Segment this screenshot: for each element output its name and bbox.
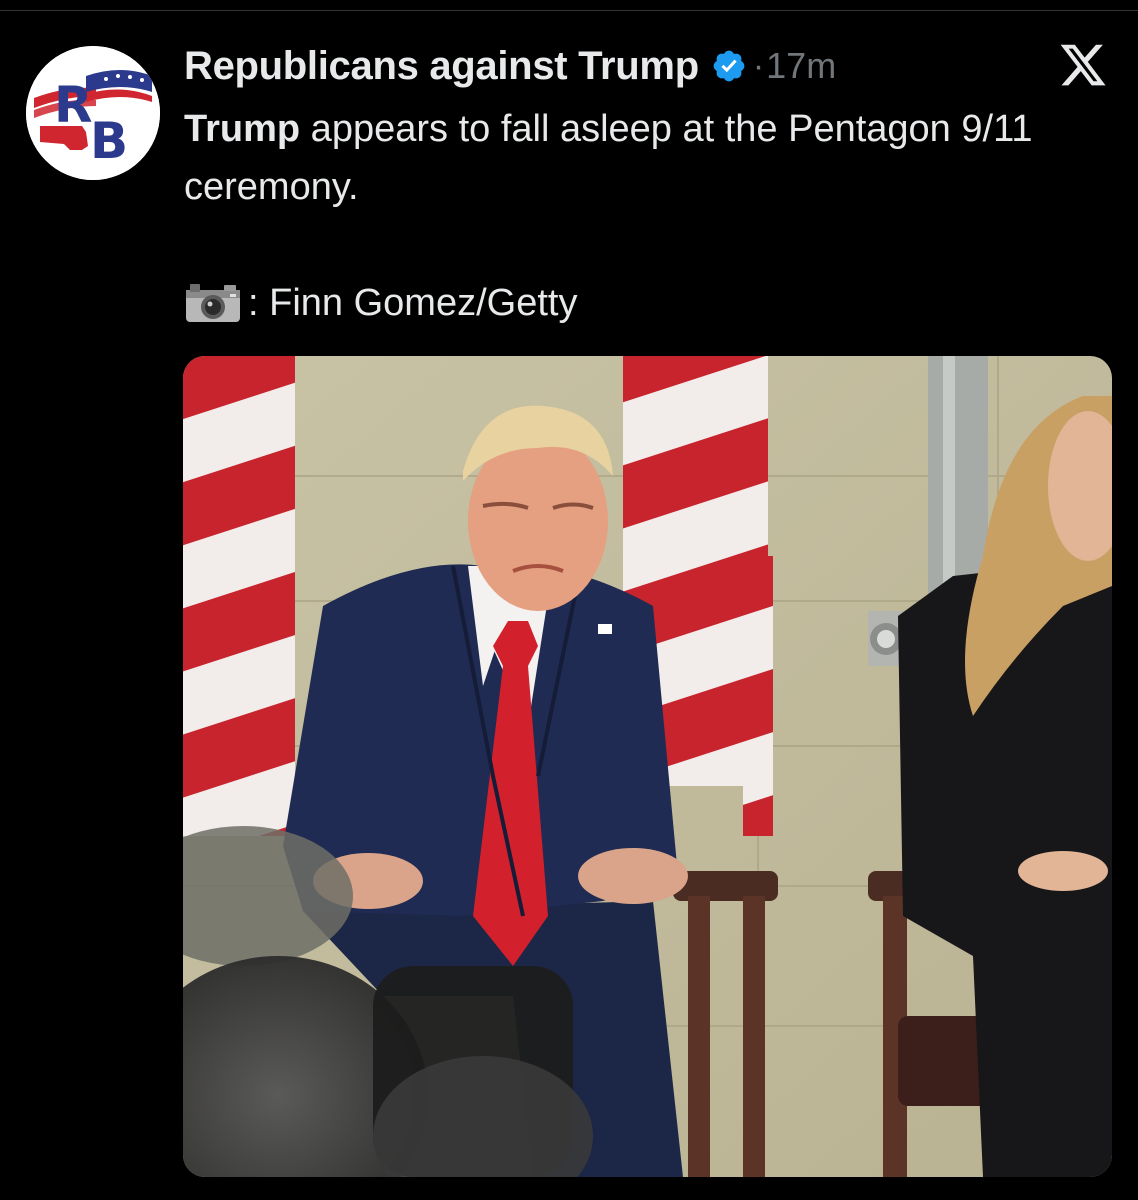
post-photo[interactable] (183, 356, 1112, 1177)
ceremony-photo (183, 356, 1112, 1177)
verified-badge-icon (711, 48, 747, 84)
top-divider (0, 0, 1138, 11)
post-text-bold: Trump (184, 108, 301, 150)
separator-dot: · (752, 46, 765, 85)
account-name[interactable]: Republicans against Trump (184, 44, 699, 89)
post-header: Republicans against Trump · 17m (184, 40, 836, 92)
avatar-letter-b: B (90, 112, 128, 170)
post-text-body: appears to fall asleep at the Pentagon 9… (184, 108, 1033, 208)
camera-icon (184, 282, 242, 324)
photo-credit-text: : Finn Gomez/Getty (248, 281, 578, 324)
post-timestamp[interactable]: 17m (766, 45, 836, 87)
avatar-letter-r: R (54, 76, 93, 134)
rb-logo-icon: R B (26, 46, 160, 180)
account-avatar[interactable]: R B (26, 46, 160, 180)
photo-credit: : Finn Gomez/Getty (184, 274, 577, 332)
x-logo-icon[interactable] (1058, 40, 1108, 90)
post-text: Trump appears to fall asleep at the Pent… (184, 100, 1124, 216)
